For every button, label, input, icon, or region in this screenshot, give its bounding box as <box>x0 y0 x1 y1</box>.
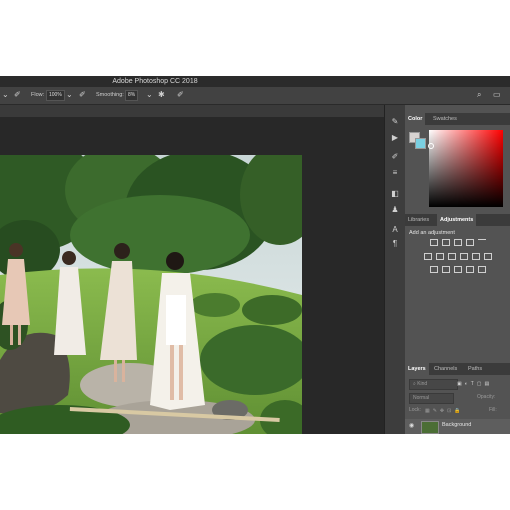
tab-adjustments[interactable]: Adjustments <box>437 214 477 226</box>
levels-icon[interactable] <box>442 239 450 246</box>
black-white-icon[interactable] <box>460 253 468 260</box>
play-icon[interactable]: ▶ <box>390 133 400 143</box>
layer-filter-select[interactable]: ⌕ Kind <box>409 379 458 390</box>
pressure-icon[interactable]: ✐ <box>79 90 86 99</box>
chevron-down-icon[interactable]: ⌄ <box>66 90 73 99</box>
layer-row[interactable]: ◉ Background <box>405 419 510 434</box>
kind-label: Kind <box>417 381 428 387</box>
right-panels: Color Swatches Libraries Adjustments Add… <box>405 105 510 434</box>
blend-mode-select[interactable]: Normal <box>409 393 454 404</box>
adjustments-panel-tabs: Libraries Adjustments <box>405 214 510 226</box>
text-icon[interactable]: A <box>390 225 400 235</box>
curves-icon[interactable] <box>454 239 462 246</box>
background-swatch[interactable] <box>415 138 426 149</box>
gear-icon[interactable]: ✱ <box>158 90 165 99</box>
tab-paths[interactable]: Paths <box>465 363 485 375</box>
search-icon[interactable]: ⌕ <box>477 90 481 100</box>
person-icon[interactable]: ♟ <box>390 205 400 215</box>
tab-layers[interactable]: Layers <box>405 363 429 375</box>
lock-icons: ▦✎✥⊡🔒 <box>425 408 464 414</box>
photo-filter-icon[interactable] <box>472 253 480 260</box>
paragraph-icon[interactable]: ¶ <box>390 239 400 249</box>
brush-tool-icon[interactable]: ✎ <box>390 117 400 127</box>
window-title: Adobe Photoshop CC 2018 <box>112 78 198 85</box>
workspace-icon[interactable]: ▭ <box>493 90 501 99</box>
eyedropper-icon[interactable]: ✐ <box>390 152 400 162</box>
opacity-label: Opacity: <box>477 394 496 400</box>
vibrance-icon[interactable] <box>424 253 432 260</box>
invert-icon[interactable] <box>430 266 438 273</box>
layer-filter-icons: ▣◐T▢▤ <box>457 381 493 387</box>
layers-panel-tabs: Layers Channels Paths <box>405 363 510 375</box>
gradient-map-icon[interactable] <box>466 266 474 273</box>
layer-name: Background <box>442 422 472 428</box>
gradient-triangle-icon[interactable] <box>478 239 486 246</box>
options-bar: ⌄ ✐ Flow: 100% ⌄ ✐ Smoothing: 8% ⌄ ✱ ✐ ⌕… <box>0 87 510 105</box>
title-bar: Adobe Photoshop CC 2018 <box>0 76 510 87</box>
exposure-icon[interactable] <box>466 239 474 246</box>
tab-swatches[interactable]: Swatches <box>430 113 460 125</box>
smoothing-label: Smoothing: <box>96 92 124 98</box>
flow-label: Flow: <box>31 92 45 98</box>
color-field[interactable] <box>429 130 503 207</box>
panel-tool-strip: ✎ ▶ ✐ ≡ ◧ ♟ A ¶ <box>384 105 405 434</box>
lock-label: Lock: <box>409 407 421 413</box>
symmetry-icon[interactable]: ✐ <box>177 90 184 99</box>
add-adjustment-label: Add an adjustment <box>409 230 455 236</box>
stack-icon[interactable]: ◧ <box>390 189 400 199</box>
color-panel-tabs: Color Swatches <box>405 113 510 125</box>
chevron-down-icon[interactable]: ⌄ <box>146 90 153 99</box>
sliders-icon[interactable]: ≡ <box>390 168 400 178</box>
menu-chevron-icon[interactable]: ⌄ <box>2 90 9 99</box>
brightness-icon[interactable] <box>430 239 438 246</box>
selective-color-icon[interactable] <box>478 266 486 273</box>
document-tab-row <box>0 105 384 117</box>
fill-label: Fill: <box>489 407 497 413</box>
document-photo <box>0 155 302 434</box>
posterize-icon[interactable] <box>442 266 450 273</box>
airbrush-icon[interactable]: ✐ <box>14 90 21 99</box>
smoothing-input[interactable]: 8% <box>125 90 139 101</box>
channel-mixer-icon[interactable] <box>484 253 492 260</box>
flow-input[interactable]: 100% <box>46 90 65 101</box>
layer-thumbnail <box>421 421 439 434</box>
photo-image <box>0 155 302 434</box>
color-balance-icon[interactable] <box>448 253 456 260</box>
tab-color[interactable]: Color <box>405 113 426 125</box>
photoshop-window: Adobe Photoshop CC 2018 ⌄ ✐ Flow: 100% ⌄… <box>0 76 510 434</box>
visibility-eye-icon[interactable]: ◉ <box>409 422 414 429</box>
canvas-area[interactable] <box>0 117 384 434</box>
threshold-icon[interactable] <box>454 266 462 273</box>
color-picker-ring[interactable] <box>428 143 434 149</box>
tab-libraries[interactable]: Libraries <box>405 214 432 226</box>
tab-channels[interactable]: Channels <box>431 363 460 375</box>
hue-saturation-icon[interactable] <box>436 253 444 260</box>
